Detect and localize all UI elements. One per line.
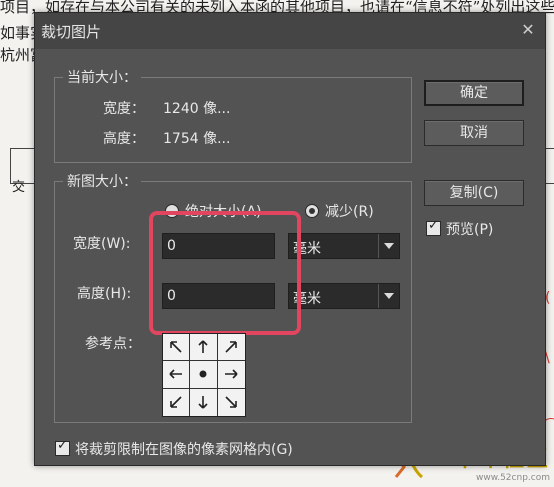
current-height-label: 高度： bbox=[103, 131, 145, 147]
arrow-down-icon bbox=[198, 396, 209, 409]
chevron-down-icon[interactable] bbox=[378, 284, 399, 308]
preview-label[interactable]: 预览(P) bbox=[446, 219, 493, 239]
copy-button[interactable]: 复制(C) bbox=[424, 180, 524, 206]
center-dot-icon bbox=[199, 370, 207, 378]
current-width-label: 宽度： bbox=[103, 101, 145, 117]
anchor-bottom-right[interactable] bbox=[218, 389, 245, 416]
radio-selected-dot bbox=[309, 208, 315, 214]
check-icon: ✓ bbox=[428, 218, 439, 233]
anchor-bottom[interactable] bbox=[190, 388, 218, 416]
new-height-label: 高度(H): bbox=[77, 286, 132, 302]
arrow-up-right-icon bbox=[225, 341, 238, 353]
clip-to-grid-label[interactable]: 将裁剪限制在图像的像素网格内(G) bbox=[75, 439, 293, 459]
new-size-label: 新图大小： bbox=[63, 171, 141, 191]
document-table-text: 交 bbox=[12, 180, 26, 195]
watermark-url: www.52cnp.com bbox=[475, 473, 550, 483]
anchor-center[interactable] bbox=[190, 361, 218, 389]
arrow-up-left-icon bbox=[170, 341, 182, 353]
new-width-label: 宽度(W): bbox=[73, 236, 131, 252]
anchor-grid[interactable] bbox=[162, 333, 246, 417]
highlight-annotation bbox=[149, 211, 301, 335]
arrow-left-icon bbox=[169, 369, 183, 380]
dialog-titlebar[interactable]: 裁切图片 ✕ bbox=[35, 13, 545, 49]
ok-button[interactable]: 确定 bbox=[424, 80, 524, 106]
preview-checkbox[interactable]: ✓ bbox=[426, 218, 441, 236]
radio-reduce[interactable] bbox=[305, 204, 319, 218]
anchor-top-left[interactable] bbox=[163, 334, 191, 362]
arrow-down-right-icon bbox=[225, 396, 238, 409]
current-size-group: 当前大小： 宽度： 1240 像... 高度： 1754 像... bbox=[54, 67, 412, 163]
close-icon[interactable]: ✕ bbox=[517, 19, 539, 41]
crop-image-dialog: 裁切图片 ✕ 当前大小： 宽度： 1240 像... 高度： 1754 像...… bbox=[34, 12, 546, 466]
anchor-top-right[interactable] bbox=[217, 334, 245, 362]
dialog-title: 裁切图片 bbox=[41, 23, 102, 41]
arrow-down-left-icon bbox=[170, 396, 182, 409]
anchor-right[interactable] bbox=[217, 361, 245, 389]
anchor-top[interactable] bbox=[190, 334, 218, 362]
anchor-bottom-left[interactable] bbox=[163, 388, 191, 416]
anchor-label: 参考点： bbox=[85, 336, 141, 352]
anchor-left[interactable] bbox=[163, 361, 191, 389]
arrow-right-icon bbox=[225, 369, 238, 380]
clip-to-grid-checkbox[interactable]: ✓ bbox=[55, 438, 70, 456]
new-width-unit-select[interactable]: 毫米 bbox=[288, 233, 400, 259]
new-height-unit-select[interactable]: 毫米 bbox=[288, 283, 400, 309]
radio-reduce-label[interactable]: 减少(R) bbox=[325, 201, 374, 221]
cancel-button[interactable]: 取消 bbox=[424, 120, 524, 146]
current-size-label: 当前大小： bbox=[63, 67, 141, 87]
current-width-value: 1240 像... bbox=[163, 101, 231, 117]
current-height-value: 1754 像... bbox=[163, 131, 231, 147]
chevron-down-icon[interactable] bbox=[378, 234, 399, 258]
arrow-up-icon bbox=[198, 340, 209, 354]
check-icon: ✓ bbox=[57, 438, 68, 453]
